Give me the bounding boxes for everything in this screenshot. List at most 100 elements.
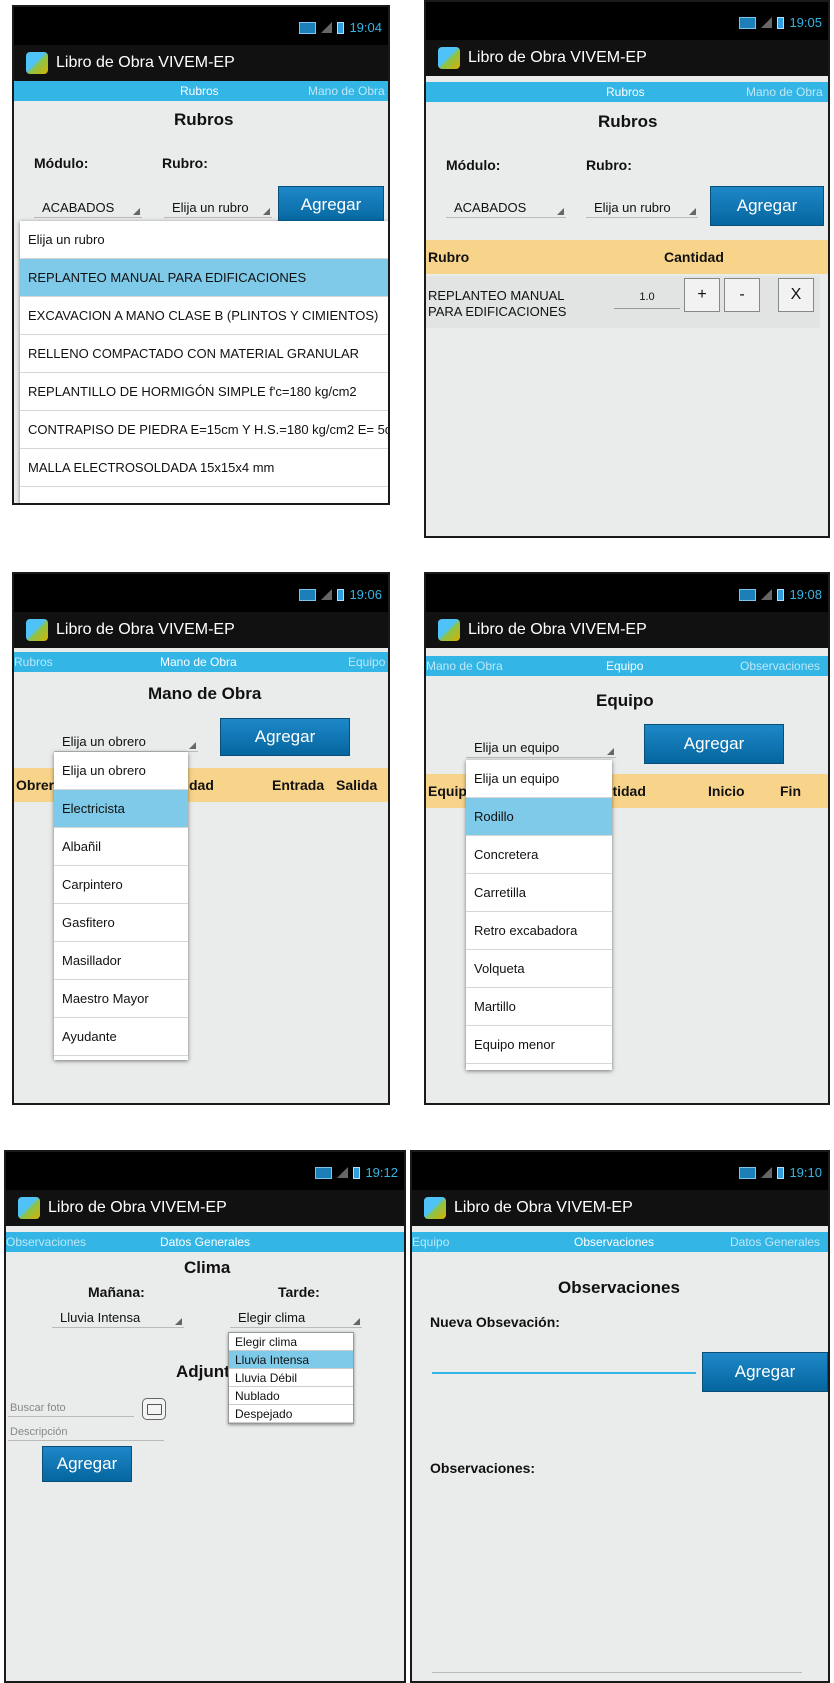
dropdown-option[interactable]: CONTRAPISO DE PIEDRA E=15cm Y H.S.=180 k… — [20, 411, 388, 449]
dropdown-option[interactable]: Retro excabadora — [466, 912, 612, 950]
description-field[interactable]: Descripción — [8, 1422, 164, 1441]
app-logo-icon — [438, 47, 460, 69]
add-observation-button[interactable]: Agregar — [702, 1352, 828, 1392]
photo-search-placeholder: Buscar foto — [10, 1402, 66, 1414]
equipo-select[interactable]: Elija un equipo — [466, 738, 616, 758]
add-rubro-button[interactable]: Agregar — [278, 186, 384, 224]
app-title: Libro de Obra VIVEM-EP — [468, 49, 647, 66]
add-rubro-button[interactable]: Agregar — [710, 186, 824, 226]
weather-dropdown[interactable]: Elegir clima Lluvia Intensa Lluvia Débil… — [228, 1332, 354, 1424]
dropdown-option[interactable]: REPLANTILLO DE HORMIGÓN SIMPLE f'c=180 k… — [20, 373, 388, 411]
rubro-dropdown[interactable]: Elija un rubro REPLANTEO MANUAL PARA EDI… — [20, 221, 388, 503]
network-icon — [739, 1166, 757, 1179]
obrero-select[interactable]: Elija un obrero — [54, 732, 198, 752]
action-bar: Libro de Obra VIVEM-EP — [412, 1190, 828, 1226]
column-header-fin: Fin — [780, 783, 801, 799]
dropdown-option-selected[interactable]: Lluvia Intensa — [229, 1351, 353, 1369]
tab-strip[interactable]: Rubros Mano de Obra — [14, 81, 388, 101]
dropdown-option[interactable]: MALLA ELECTROSOLDADA 15x15x4 mm — [20, 449, 388, 487]
status-bar: 19:05 — [426, 2, 828, 40]
status-time: 19:05 — [789, 15, 822, 30]
dropdown-option[interactable]: Albañil — [54, 828, 188, 866]
dropdown-option[interactable]: Elija un obrero — [54, 752, 188, 790]
tab-equipo[interactable]: Equipo — [606, 659, 643, 673]
increment-button[interactable]: + — [684, 278, 720, 312]
app-title: Libro de Obra VIVEM-EP — [56, 621, 235, 638]
dropdown-option[interactable]: Concretera — [466, 836, 612, 874]
tab-mano-de-obra[interactable]: Mano de Obra — [426, 659, 503, 673]
folder-icon[interactable] — [142, 1398, 166, 1420]
tab-datos-generales[interactable]: Datos Generales — [730, 1235, 820, 1249]
app-logo-icon — [26, 52, 48, 74]
tab-rubros[interactable]: Rubros — [606, 85, 645, 99]
add-obrero-button[interactable]: Agregar — [220, 718, 350, 756]
battery-icon — [337, 588, 345, 601]
tab-observaciones[interactable]: Observaciones — [574, 1235, 654, 1249]
equipo-dropdown[interactable]: Elija un equipo Rodillo Concretera Carre… — [466, 760, 612, 1070]
observations-list-divider — [432, 1672, 802, 1673]
modulo-select[interactable]: ACABADOS — [446, 198, 566, 218]
dropdown-option[interactable]: Martillo — [466, 988, 612, 1026]
tab-strip[interactable]: Rubros Mano de Obra Equipo — [14, 652, 388, 672]
dropdown-option[interactable]: Carpintero — [54, 866, 188, 904]
battery-icon — [777, 1166, 785, 1179]
network-icon — [299, 21, 317, 34]
page-title: Rubros — [174, 110, 234, 129]
tab-observaciones[interactable]: Observaciones — [6, 1235, 86, 1249]
tab-strip[interactable]: Observaciones Datos Generales — [6, 1232, 404, 1252]
morning-weather-value: Lluvia Intensa — [60, 1310, 141, 1325]
dropdown-option[interactable]: Gasfitero — [54, 904, 188, 942]
morning-weather-select[interactable]: Lluvia Intensa — [52, 1308, 184, 1328]
screen-rubros-dropdown: 19:04 Libro de Obra VIVEM-EP Rubros Mano… — [12, 5, 390, 505]
network-icon — [739, 588, 757, 601]
network-icon — [739, 16, 757, 29]
status-time: 19:06 — [349, 587, 382, 602]
dropdown-option-selected[interactable]: REPLANTEO MANUAL PARA EDIFICACIONES — [20, 259, 388, 297]
dropdown-arrow-icon — [189, 742, 196, 749]
dropdown-option[interactable]: Masillador — [54, 942, 188, 980]
dropdown-option[interactable]: RELLENO COMPACTADO CON MATERIAL GRANULAR — [20, 335, 388, 373]
tab-rubros[interactable]: Rubros — [180, 84, 219, 98]
dropdown-option[interactable]: EXCAVACION A MANO CLASE B (PLINTOS Y CIM… — [20, 297, 388, 335]
new-observation-label: Nueva Obsevación: — [430, 1314, 560, 1330]
dropdown-option-selected[interactable]: Electricista — [54, 790, 188, 828]
add-equipo-button[interactable]: Agregar — [644, 724, 784, 764]
dropdown-option[interactable]: Carretilla — [466, 874, 612, 912]
dropdown-option[interactable]: Volqueta — [466, 950, 612, 988]
add-attachment-button[interactable]: Agregar — [42, 1446, 132, 1482]
dropdown-option[interactable]: Lluvia Débil — [229, 1369, 353, 1387]
tab-equipo[interactable]: Equipo — [412, 1235, 449, 1249]
afternoon-weather-select[interactable]: Elegir clima — [230, 1308, 362, 1328]
new-observation-input[interactable] — [432, 1370, 696, 1374]
tab-equipo[interactable]: Equipo — [348, 655, 385, 669]
column-header-cantidad: Cantidad — [664, 249, 724, 265]
tab-mano-de-obra[interactable]: Mano de Obra — [308, 84, 385, 98]
dropdown-option[interactable]: Equipo menor — [466, 1026, 612, 1064]
rubro-select[interactable]: Elija un rubro — [164, 198, 272, 218]
dropdown-option[interactable]: Ayudante — [54, 1018, 188, 1056]
tab-datos-generales[interactable]: Datos Generales — [160, 1235, 250, 1249]
dropdown-option[interactable]: Elija un rubro — [20, 221, 388, 259]
modulo-select[interactable]: ACABADOS — [34, 198, 142, 218]
obrero-dropdown[interactable]: Elija un obrero Electricista Albañil Car… — [54, 752, 188, 1060]
tab-mano-de-obra[interactable]: Mano de Obra — [160, 655, 237, 669]
dropdown-option-selected[interactable]: Rodillo — [466, 798, 612, 836]
dropdown-option[interactable]: Elija un equipo — [466, 760, 612, 798]
tab-strip[interactable]: Mano de Obra Equipo Observaciones — [426, 656, 828, 676]
photo-search-field[interactable]: Buscar foto — [8, 1398, 134, 1417]
decrement-button[interactable]: - — [724, 278, 760, 312]
tab-strip[interactable]: Rubros Mano de Obra — [426, 82, 828, 102]
tab-rubros[interactable]: Rubros — [14, 655, 53, 669]
tab-strip[interactable]: Equipo Observaciones Datos Generales — [412, 1232, 828, 1252]
dropdown-option[interactable]: Despejado — [229, 1405, 353, 1423]
quantity-field[interactable]: 1.0 — [614, 286, 680, 309]
dropdown-option[interactable]: Elegir clima — [229, 1333, 353, 1351]
dropdown-option[interactable]: Maestro Mayor — [54, 980, 188, 1018]
dropdown-arrow-icon — [263, 208, 270, 215]
rubro-select[interactable]: Elija un rubro — [586, 198, 698, 218]
remove-button[interactable]: X — [778, 278, 814, 312]
dropdown-option[interactable]: Nublado — [229, 1387, 353, 1405]
status-bar: 19:08 — [426, 574, 828, 612]
tab-observaciones[interactable]: Observaciones — [740, 659, 820, 673]
tab-mano-de-obra[interactable]: Mano de Obra — [746, 85, 823, 99]
